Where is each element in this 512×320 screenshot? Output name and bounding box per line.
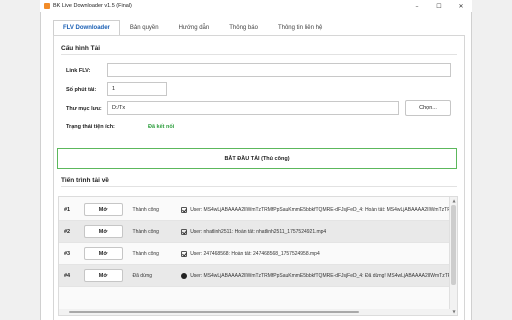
tab-bar: FLV Downloader Bản quyền Hướng dẫn Thông… xyxy=(53,20,332,35)
download-row: #3 Mở Thành công User: 247468568: Hoàn t… xyxy=(59,243,451,265)
tab-copyright[interactable]: Bản quyền xyxy=(120,20,169,35)
open-file-button[interactable]: Mở xyxy=(83,247,123,260)
scroll-up-icon[interactable]: ▲ xyxy=(450,197,457,204)
tab-flv-downloader[interactable]: FLV Downloader xyxy=(53,20,120,35)
minimize-button[interactable]: – xyxy=(406,0,428,12)
folder-input[interactable]: D:/Tx xyxy=(107,101,399,115)
row-message: User: MS4wLjABAAAA2lIWmTzTRMfPpSauKmmE5b… xyxy=(190,272,451,279)
horizontal-scrollbar[interactable] xyxy=(59,309,451,315)
close-button[interactable]: ✕ xyxy=(450,0,472,12)
row-state: Thành công xyxy=(132,228,159,235)
window-controls: – ☐ ✕ xyxy=(406,0,472,12)
download-row: #4 Mở Đã dừng User: MS4wLjABAAAA2lIWmTzT… xyxy=(59,265,451,287)
check-icon xyxy=(181,250,188,257)
row-number: #4 xyxy=(64,272,71,279)
row-message: User: nhatlinh2511: Hoàn tất: nhatlinh25… xyxy=(190,228,327,235)
row-state: Thành công xyxy=(132,206,159,213)
config-divider xyxy=(61,54,457,55)
choose-folder-button[interactable]: Chọn... xyxy=(405,100,451,116)
open-file-button[interactable]: Mở xyxy=(83,269,123,282)
window-title: BK Live Downloader v1.5 (Final) xyxy=(53,3,132,9)
tab-contact-info[interactable]: Thông tin liên hệ xyxy=(268,20,332,35)
open-file-button[interactable]: Mở xyxy=(83,225,123,238)
download-list[interactable]: #1 Mở Thành công User: MS4wLjABAAAA2lIWm… xyxy=(58,196,458,316)
horizontal-scroll-thumb[interactable] xyxy=(69,311,359,313)
tab-panel: Cấu hình Tải Link FLV: Số phút tải: 1 Th… xyxy=(53,35,465,320)
check-icon xyxy=(181,206,188,213)
extension-status-value: Đã kết nối xyxy=(148,124,175,130)
folder-label: Thư mục lưu: xyxy=(66,106,102,112)
link-flv-input[interactable] xyxy=(107,63,451,77)
scroll-down-icon[interactable]: ▼ xyxy=(450,308,457,315)
row-number: #1 xyxy=(64,206,71,213)
link-label: Link FLV: xyxy=(66,68,91,74)
minutes-label: Số phút tải: xyxy=(66,87,97,93)
maximize-button[interactable]: ☐ xyxy=(428,0,450,12)
row-message: User: MS4wLjABAAAA2lIWmTzTRMfPpSauKmmE5b… xyxy=(190,206,451,213)
progress-section-title: Tiến trình tải về xyxy=(61,177,109,184)
row-message: User: 247468568: Hoàn tất: 247468568_175… xyxy=(190,250,320,257)
window-titlebar: BK Live Downloader v1.5 (Final) – ☐ ✕ xyxy=(40,0,472,12)
tab-notifications[interactable]: Thông báo xyxy=(219,20,268,35)
start-download-button[interactable]: BẮT ĐẦU TẢI (Thủ công) xyxy=(57,148,457,169)
vertical-scroll-thumb[interactable] xyxy=(451,205,456,285)
stop-dot-icon xyxy=(181,272,188,279)
open-file-button[interactable]: Mở xyxy=(83,203,123,216)
vertical-scrollbar[interactable]: ▲ ▼ xyxy=(449,197,457,315)
download-row: #1 Mở Thành công User: MS4wLjABAAAA2lIWm… xyxy=(59,199,451,221)
window-body: FLV Downloader Bản quyền Hướng dẫn Thông… xyxy=(40,12,472,320)
row-number: #3 xyxy=(64,250,71,257)
extension-status-label: Trạng thái tiện ích: xyxy=(66,124,115,130)
config-section-title: Cấu hình Tải xyxy=(61,45,100,52)
minutes-input[interactable]: 1 xyxy=(107,82,167,96)
check-icon xyxy=(181,228,188,235)
tab-guide[interactable]: Hướng dẫn xyxy=(169,20,220,35)
app-icon xyxy=(44,3,50,9)
row-number: #2 xyxy=(64,228,71,235)
download-row: #2 Mở Thành công User: nhatlinh2511: Hoà… xyxy=(59,221,451,243)
progress-divider xyxy=(61,186,457,187)
row-state: Thành công xyxy=(132,250,159,257)
row-state: Đã dừng xyxy=(132,272,153,279)
